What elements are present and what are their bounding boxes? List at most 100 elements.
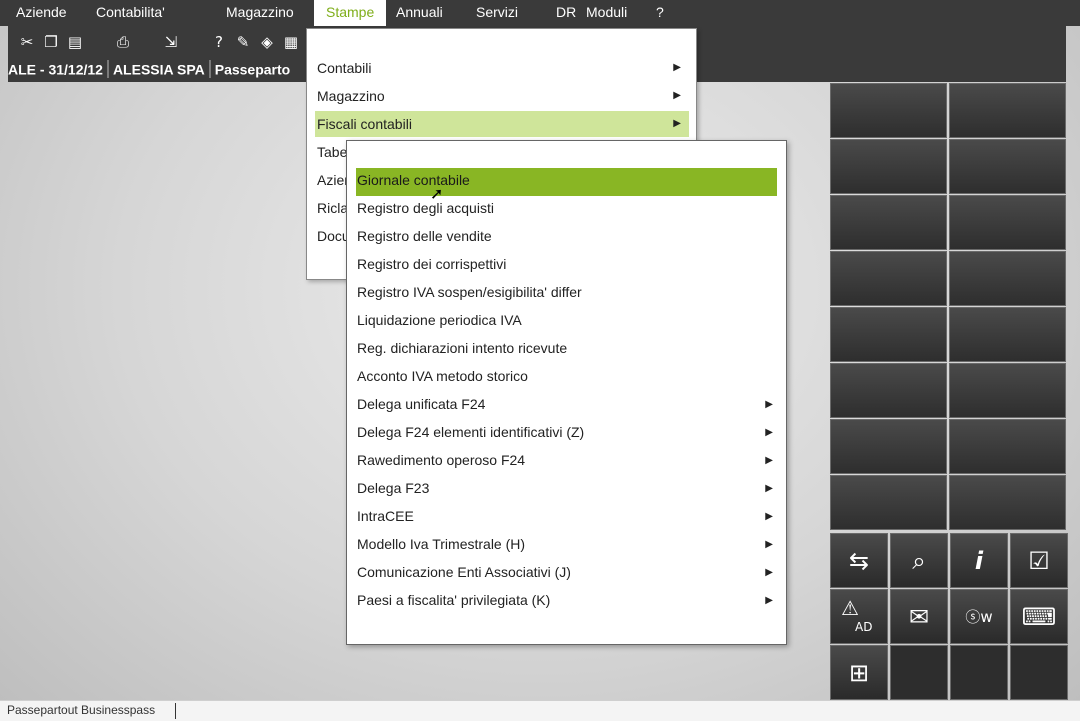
submenu-arrow-icon: ▶ <box>673 118 681 129</box>
keyboard-icon[interactable]: ⌨ <box>1010 589 1068 644</box>
submenu-item-registro-corrispettivi[interactable]: Registro dei corrispettivi <box>356 252 777 280</box>
empty-tile[interactable] <box>890 645 948 700</box>
submenu-item-label: Registro degli acquisti <box>357 200 494 216</box>
menu-item-label: Docu <box>317 228 350 244</box>
calculator-icon[interactable]: ▦ <box>282 33 300 51</box>
submenu-item-label: Comunicazione Enti Associativi (J) <box>357 564 571 580</box>
company-code-date: ALE - 31/12/12 <box>8 61 103 78</box>
ad-label: AD <box>855 620 873 634</box>
menu-item-label: Tabe <box>317 144 348 160</box>
submenu-arrow-icon: ▶ <box>673 62 681 73</box>
warning-icon: ⚠ <box>841 596 859 620</box>
info-icon[interactable]: i <box>950 533 1008 588</box>
box-icon[interactable]: ◈ <box>258 33 276 51</box>
menu-item-magazzino[interactable]: Magazzino ▶ <box>315 83 689 109</box>
submenu-arrow-icon: ▶ <box>673 90 681 101</box>
tile[interactable] <box>949 475 1066 530</box>
tile[interactable] <box>949 251 1066 306</box>
print-icon[interactable]: ⎙ <box>114 33 132 51</box>
submenu-item-dichiarazioni-intento[interactable]: Reg. dichiarazioni intento ricevute <box>356 336 777 364</box>
menu-servizi[interactable]: Servizi <box>476 4 518 20</box>
scissors-icon[interactable]: ✂ <box>18 33 36 51</box>
submenu-item-liquidazione-iva[interactable]: Liquidazione periodica IVA <box>356 308 777 336</box>
submenu-arrow-icon: ▶ <box>765 511 773 522</box>
tile[interactable] <box>949 139 1066 194</box>
tile[interactable] <box>830 83 947 138</box>
tile[interactable] <box>830 195 947 250</box>
warning-ad-icon[interactable]: ⚠ AD <box>830 589 888 644</box>
submenu-arrow-icon: ▶ <box>765 427 773 438</box>
notes-icon[interactable]: ✎ <box>234 33 252 51</box>
submenu-item-label: Acconto IVA metodo storico <box>357 368 528 384</box>
submenu-item-label: Liquidazione periodica IVA <box>357 312 522 328</box>
menu-stampe[interactable]: Stampe <box>314 0 387 26</box>
paste-icon[interactable]: ▤ <box>66 33 84 51</box>
tile[interactable] <box>949 363 1066 418</box>
tile[interactable] <box>830 139 947 194</box>
submenu-item-acconto-iva[interactable]: Acconto IVA metodo storico <box>356 364 777 392</box>
submenu-item-delega-f24-elementi[interactable]: Delega F24 elementi identificativi (Z) ▶ <box>356 420 777 448</box>
document-search-icon[interactable]: ⌕ <box>890 533 948 588</box>
submenu-item-label: Registro IVA sospen/esigibilita' differ <box>357 284 582 300</box>
menu-item-label: Ricla <box>317 200 349 216</box>
menu-aziende[interactable]: Aziende <box>16 4 67 20</box>
submenu-item-paesi-fiscalita[interactable]: Paesi a fiscalita' privilegiata (K) ▶ <box>356 588 777 616</box>
submenu-item-label: Modello Iva Trimestrale (H) <box>357 536 526 552</box>
export-icon[interactable]: ⇲ <box>162 33 180 51</box>
submenu-item-ravvedimento-f24[interactable]: Rawedimento operoso F24 ▶ <box>356 448 777 476</box>
menu-item-fiscali-contabili[interactable]: Fiscali contabili ▶ <box>315 111 689 137</box>
separator <box>208 60 211 79</box>
menu-item-contabili[interactable]: Contabili ▶ <box>315 55 689 81</box>
submenu-arrow-icon: ▶ <box>765 595 773 606</box>
submenu-item-registro-vendite[interactable]: Registro delle vendite <box>356 224 777 252</box>
tile[interactable] <box>830 307 947 362</box>
transfer-icon[interactable]: ⇆ <box>830 533 888 588</box>
menu-annuali[interactable]: Annuali <box>396 4 443 20</box>
submenu-item-intracee[interactable]: IntraCEE ▶ <box>356 504 777 532</box>
menu-dr[interactable]: DR <box>556 4 576 20</box>
submenu-item-label: IntraCEE <box>357 508 414 524</box>
mail-icon[interactable]: ✉ <box>890 589 948 644</box>
submenu-item-registro-acquisti[interactable]: Registro degli acquisti <box>356 196 777 224</box>
submenu-item-delega-f23[interactable]: Delega F23 ▶ <box>356 476 777 504</box>
help-icon[interactable]: ? <box>210 33 228 51</box>
submenu-arrow-icon: ▶ <box>765 455 773 466</box>
submenu-arrow-icon: ▶ <box>765 567 773 578</box>
status-bar: Passepartout Businesspass <box>0 700 1080 721</box>
app-name: Passeparto <box>214 61 291 78</box>
menu-item-label: Magazzino <box>317 88 385 104</box>
submenu-item-label: Delega F24 elementi identificativi (Z) <box>357 424 585 440</box>
submenu-item-label: Paesi a fiscalita' privilegiata (K) <box>357 592 551 608</box>
sw-icon[interactable]: ⓢw <box>950 589 1008 644</box>
empty-tile[interactable] <box>1010 645 1068 700</box>
tile[interactable] <box>830 419 947 474</box>
copy-icon[interactable]: ❐ <box>42 33 60 51</box>
menu-help[interactable]: ? <box>656 4 664 20</box>
status-divider <box>175 703 176 719</box>
menu-moduli[interactable]: Moduli <box>586 4 627 20</box>
submenu-item-registro-iva-sospensione[interactable]: Registro IVA sospen/esigibilita' differ <box>356 280 777 308</box>
menu-item-label: Contabili <box>317 60 372 76</box>
submenu-item-label: Rawedimento operoso F24 <box>357 452 526 468</box>
tile[interactable] <box>949 195 1066 250</box>
submenu-item-label: Delega unificata F24 <box>357 396 486 412</box>
fiscali-contabili-submenu: Giornale contabile Registro degli acquis… <box>346 140 787 645</box>
tile[interactable] <box>830 251 947 306</box>
tile[interactable] <box>830 363 947 418</box>
submenu-item-comunicazione-enti[interactable]: Comunicazione Enti Associativi (J) ▶ <box>356 560 777 588</box>
menu-magazzino[interactable]: Magazzino <box>226 4 294 20</box>
submenu-item-modello-iva-trimestrale[interactable]: Modello Iva Trimestrale (H) ▶ <box>356 532 777 560</box>
submenu-arrow-icon: ▶ <box>765 483 773 494</box>
tile[interactable] <box>830 475 947 530</box>
tile[interactable] <box>949 83 1066 138</box>
submenu-item-label: Registro dei corrispettivi <box>357 256 507 272</box>
grid-icon[interactable]: ⊞ <box>830 645 888 700</box>
empty-tile[interactable] <box>950 645 1008 700</box>
checklist-icon[interactable]: ☑ <box>1010 533 1068 588</box>
submenu-item-label: Giornale contabile <box>357 172 470 188</box>
tile[interactable] <box>949 307 1066 362</box>
tile[interactable] <box>949 419 1066 474</box>
menu-contabilita[interactable]: Contabilita' <box>96 4 165 20</box>
submenu-item-giornale-contabile[interactable]: Giornale contabile <box>356 168 777 196</box>
submenu-item-delega-f24[interactable]: Delega unificata F24 ▶ <box>356 392 777 420</box>
